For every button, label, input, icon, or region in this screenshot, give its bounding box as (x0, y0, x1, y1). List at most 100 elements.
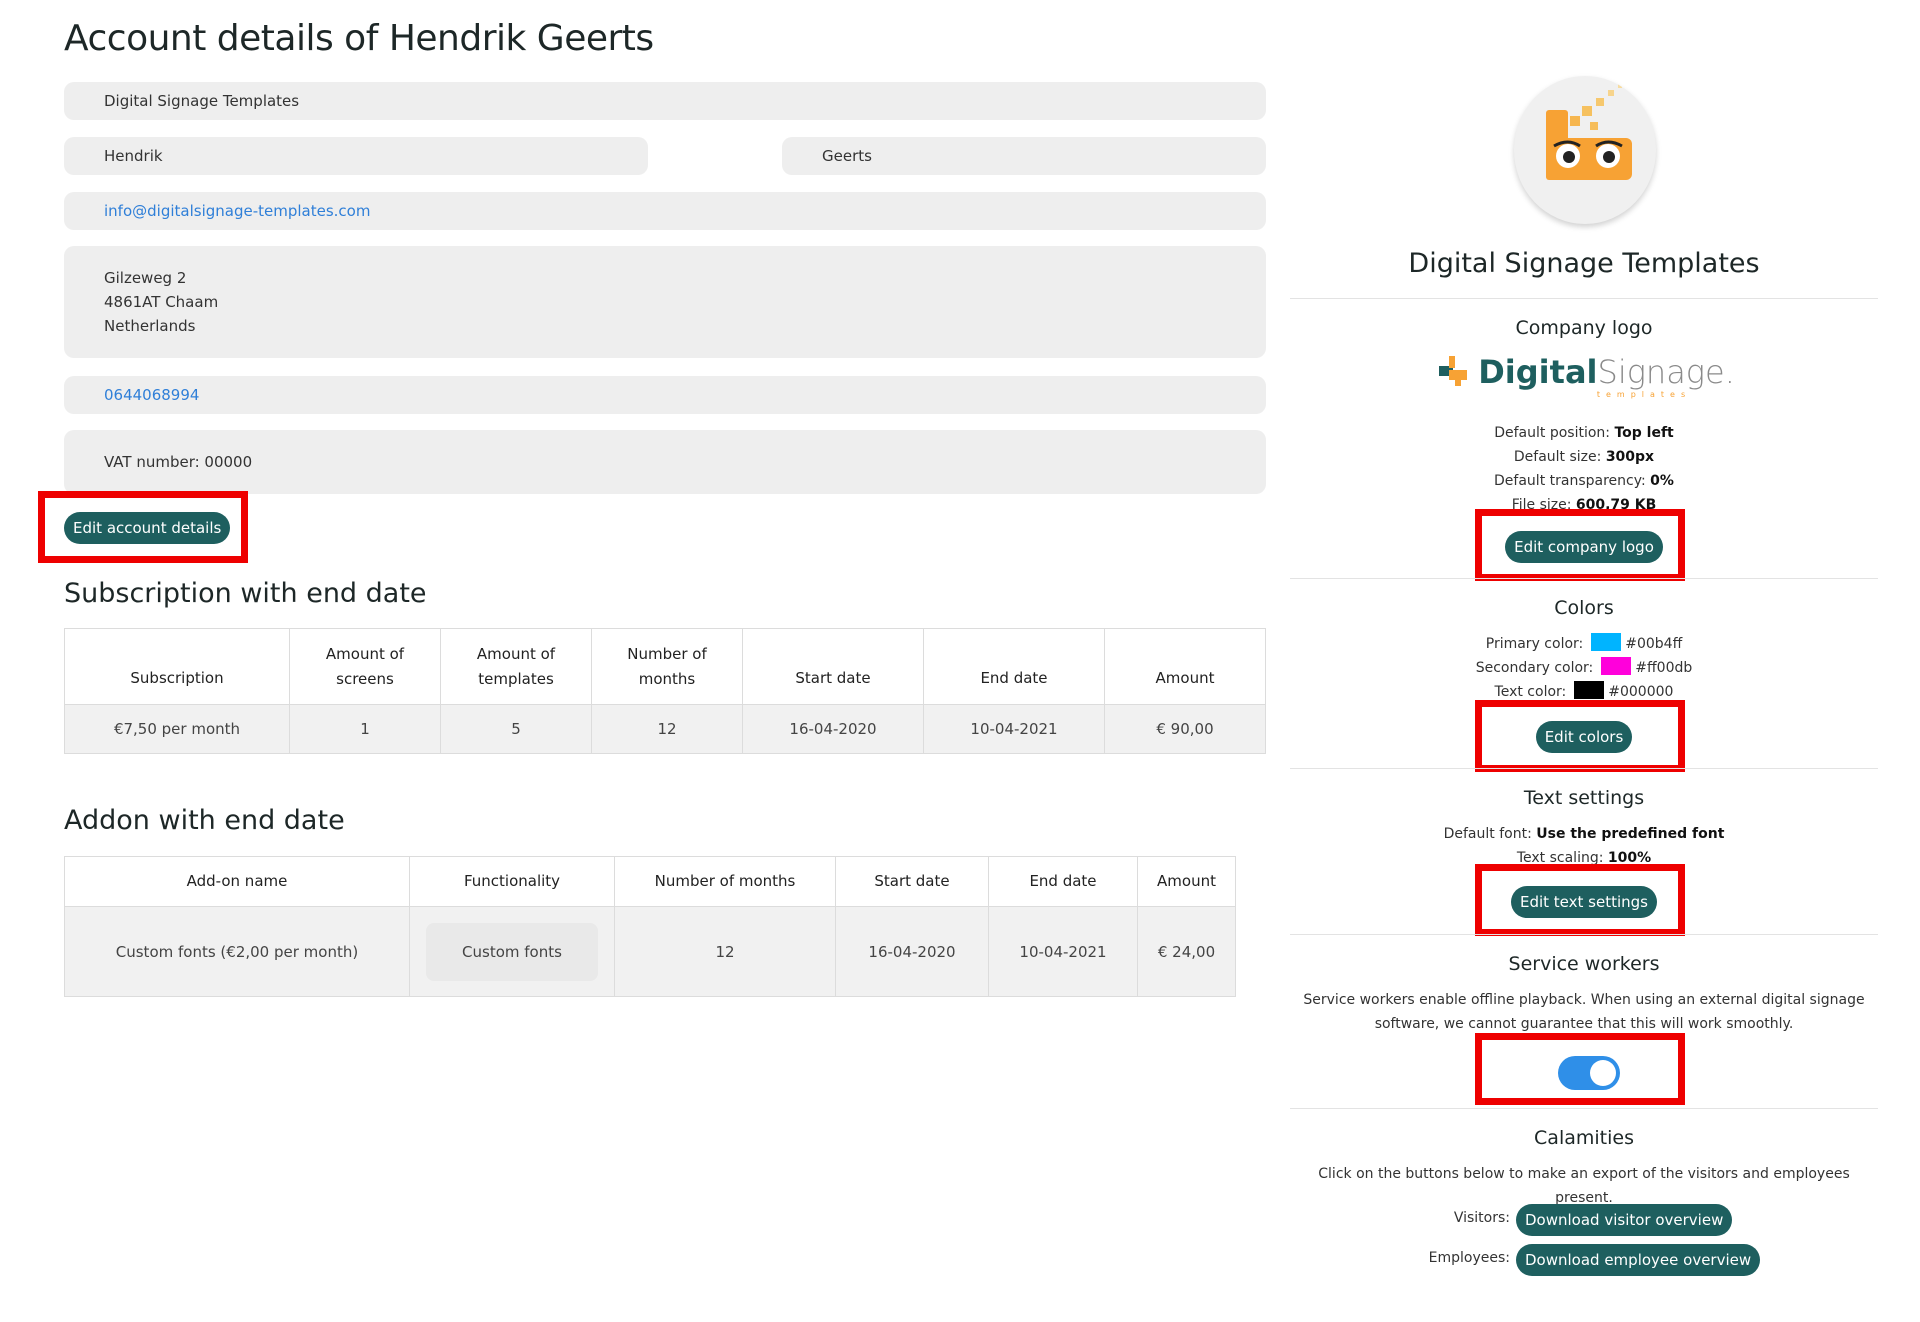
table-cell: 12 (591, 704, 743, 754)
last-name-value: Geerts (822, 147, 872, 165)
edit-colors-wrap: Edit colors (1290, 721, 1878, 753)
default-font-value: Use the predefined font (1536, 826, 1725, 842)
logo-size-label: Default size: (1513, 449, 1602, 465)
subscription-header: Start date (742, 628, 924, 705)
phone-link[interactable]: 0644068994 (104, 386, 199, 404)
edit-text-settings-wrap: Edit text settings (1290, 886, 1878, 918)
logo-size: Default size: 300px (1290, 445, 1878, 469)
download-employee-overview-button[interactable]: Download employee overview (1516, 1244, 1761, 1276)
header-line: Subscription (130, 669, 224, 687)
table-cell: 10-04-2021 (988, 906, 1138, 997)
last-name-field[interactable]: Geerts (782, 137, 1266, 175)
header-line: Amount of (325, 644, 405, 663)
header-line: Number of (627, 644, 707, 663)
avatar (1514, 76, 1656, 224)
calamities-heading: Calamities (1534, 1127, 1634, 1149)
logo-transparency-label: Default transparency: (1494, 473, 1646, 489)
logo-transparency: Default transparency: 0% (1290, 469, 1878, 493)
text-color-swatch (1574, 681, 1605, 699)
header-line: templates (478, 669, 554, 688)
colors-heading: Colors (1554, 597, 1614, 619)
default-font-label: Default font: (1443, 826, 1532, 842)
profile-name: Digital Signage Templates (1408, 248, 1760, 279)
subscription-table: Subscription Amount of screens Amount of t… (64, 628, 1266, 754)
table-cell: 16-04-2020 (835, 906, 989, 997)
phone-field[interactable]: 0644068994 (64, 376, 1266, 414)
toggle-knob (1590, 1060, 1616, 1086)
table-cell: € 90,00 (1104, 704, 1266, 754)
edit-text-settings-button[interactable]: Edit text settings (1510, 886, 1657, 918)
subscription-header: End date (923, 628, 1105, 705)
page-title: Account details of Hendrik Geerts (64, 18, 654, 59)
subscription-header: Amount of screens (289, 628, 441, 705)
addon-header: Add-on name (64, 856, 410, 907)
subscription-header: Amount of templates (440, 628, 592, 705)
primary-color-value: #00b4ff (1625, 636, 1683, 652)
address-field[interactable]: Gilzeweg 2 4861AT Chaam Netherlands (64, 246, 1266, 358)
subscription-header: Number of months (591, 628, 743, 705)
text-color-label: Text color: (1494, 684, 1567, 700)
logo-text-light: Signage. (1597, 353, 1735, 391)
company-logo-image: DigitalSignage. templates (1290, 350, 1878, 400)
addon-header: End date (988, 856, 1138, 907)
visitors-label: Visitors: (1453, 1210, 1510, 1226)
secondary-color-row: Secondary color: #ff00db (1290, 656, 1878, 680)
mascot-icon (1546, 84, 1632, 180)
table-cell: 1 (289, 704, 441, 754)
divider (1290, 578, 1878, 579)
addon-header: Number of months (614, 856, 836, 907)
text-color-value: #000000 (1608, 684, 1674, 700)
logo-size-value: 300px (1605, 449, 1655, 465)
addon-header: Functionality (409, 856, 615, 907)
header-line: screens (336, 669, 394, 688)
divider (1290, 298, 1878, 299)
edit-company-logo-wrap: Edit company logo (1290, 531, 1878, 563)
company-logo-heading: Company logo (1515, 317, 1653, 339)
edit-account-details-button[interactable]: Edit account details (64, 512, 231, 544)
subscription-header: Amount (1104, 628, 1266, 705)
employees-label: Employees: (1428, 1250, 1510, 1266)
calamities-description: Click on the buttons below to make an ex… (1318, 1166, 1850, 1206)
download-visitor-overview-button[interactable]: Download visitor overview (1516, 1204, 1733, 1236)
logo-text-bold: Digital (1478, 353, 1598, 391)
addon-table: Add-on name Functionality Number of mont… (64, 856, 1236, 997)
logo-position-value: Top left (1614, 425, 1674, 441)
logo-subtext: templates (1596, 390, 1692, 399)
text-settings-heading: Text settings (1523, 787, 1645, 809)
header-line: months (638, 669, 696, 688)
primary-color-swatch (1591, 633, 1622, 651)
logo-position-label: Default position: (1494, 425, 1611, 441)
secondary-color-value: #ff00db (1635, 660, 1693, 676)
company-field[interactable]: Digital Signage Templates (64, 82, 1266, 120)
company-value: Digital Signage Templates (104, 92, 300, 110)
table-cell: 10-04-2021 (923, 704, 1105, 754)
email-link[interactable]: info@digitalsignage-templates.com (104, 202, 370, 220)
primary-color-row: Primary color: #00b4ff (1290, 632, 1878, 656)
divider (1290, 934, 1878, 935)
vat-field[interactable]: VAT number: 00000 (64, 430, 1266, 494)
edit-company-logo-button[interactable]: Edit company logo (1505, 531, 1663, 563)
email-field[interactable]: info@digitalsignage-templates.com (64, 192, 1266, 230)
service-workers-toggle[interactable] (1558, 1056, 1620, 1090)
first-name-value: Hendrik (104, 147, 163, 165)
divider (1290, 768, 1878, 769)
first-name-field[interactable]: Hendrik (64, 137, 648, 175)
address-street: Gilzeweg 2 (104, 269, 187, 287)
addon-header: Amount (1137, 856, 1236, 907)
header-line: Amount of (476, 644, 556, 663)
divider (1290, 1108, 1878, 1109)
logo-transparency-value: 0% (1650, 473, 1674, 489)
table-cell-functionality: Custom fonts (409, 906, 615, 997)
table-cell: € 24,00 (1137, 906, 1236, 997)
secondary-color-label: Secondary color: (1475, 660, 1594, 676)
address-country: Netherlands (104, 317, 196, 335)
table-cell: 5 (440, 704, 592, 754)
vat-value: VAT number: 00000 (104, 453, 253, 471)
edit-colors-button[interactable]: Edit colors (1535, 721, 1633, 753)
table-cell: €7,50 per month (64, 704, 290, 754)
table-cell: 16-04-2020 (742, 704, 924, 754)
default-font-row: Default font: Use the predefined font (1290, 822, 1878, 846)
subscription-header: Subscription (64, 628, 290, 705)
subscription-title: Subscription with end date (64, 578, 427, 609)
header-line: End date (980, 669, 1048, 687)
